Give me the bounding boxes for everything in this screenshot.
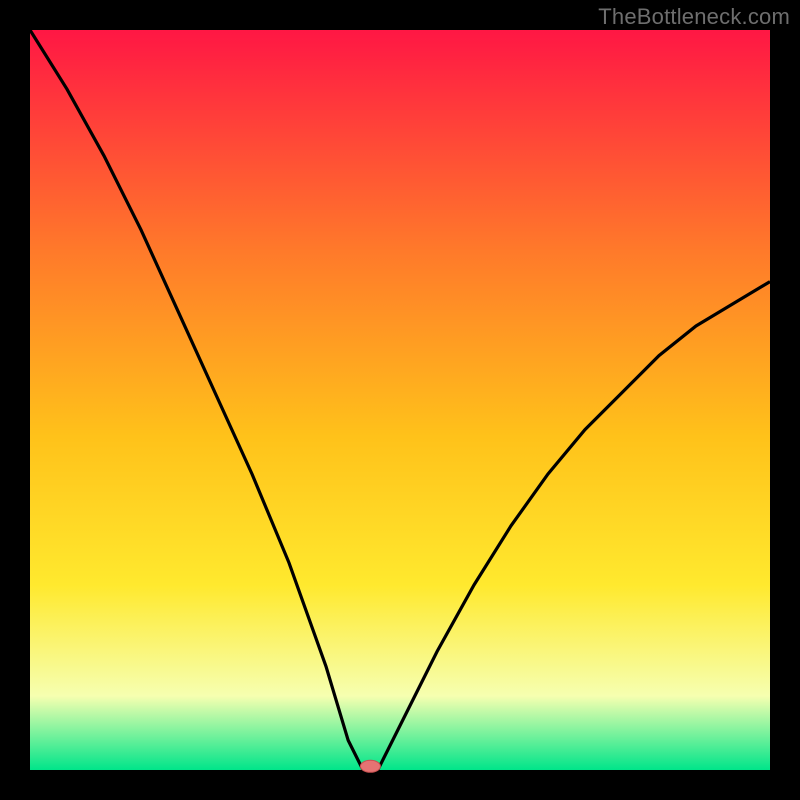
plot-background	[30, 30, 770, 770]
bottleneck-plot	[0, 0, 800, 800]
chart-frame: TheBottleneck.com	[0, 0, 800, 800]
optimal-marker	[360, 760, 380, 772]
watermark-text: TheBottleneck.com	[598, 4, 790, 30]
